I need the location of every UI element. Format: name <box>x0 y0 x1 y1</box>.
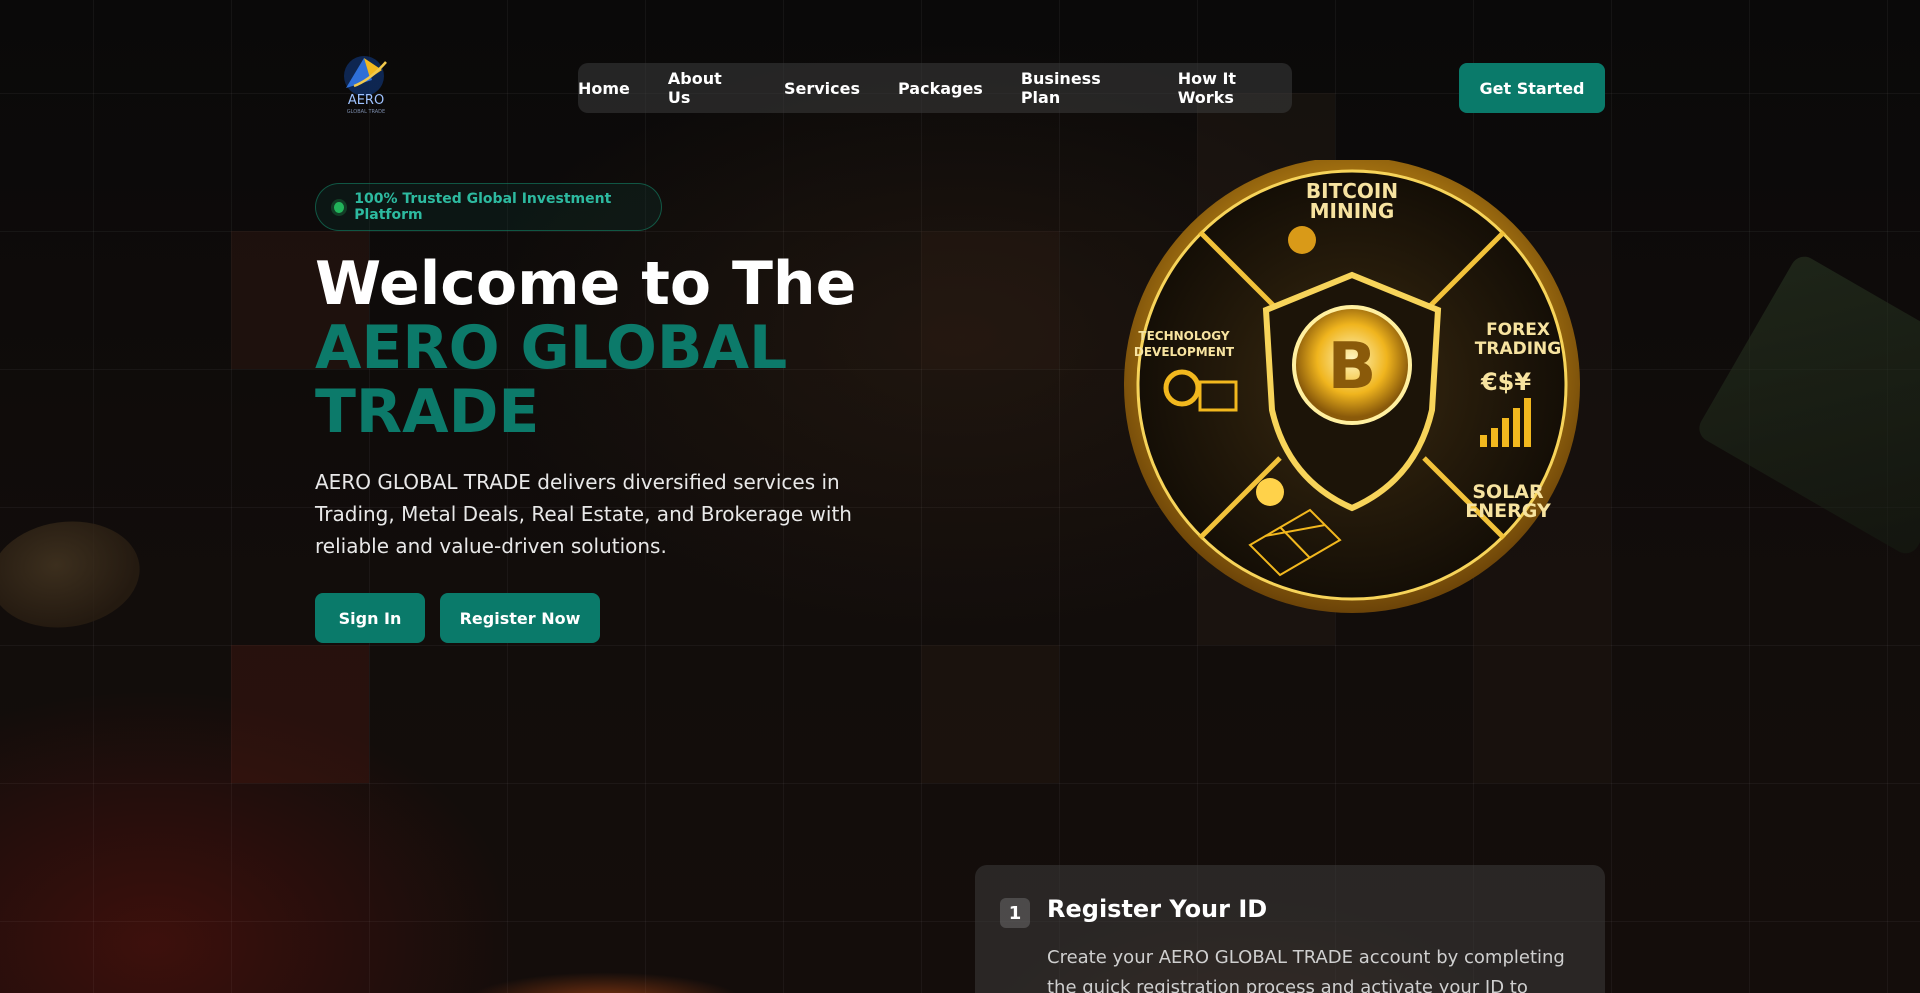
logo-text: AERO <box>348 93 384 108</box>
nav-item-services[interactable]: Services <box>784 79 860 98</box>
hero-title-line1: Welcome to The <box>315 249 857 319</box>
segment-label-bottom: TRADING <box>1475 339 1561 359</box>
decorative-glow-image <box>465 972 745 993</box>
nav-item-about-us[interactable]: About Us <box>668 69 746 107</box>
step-number: 1 <box>1000 898 1030 928</box>
logo-subtext: GLOBAL TRADE <box>347 109 385 115</box>
background-tile <box>231 645 369 783</box>
nav-item-how-it-works[interactable]: How It Works <box>1178 69 1292 107</box>
background-tile <box>921 231 1059 369</box>
site-logo[interactable]: AERO GLOBAL TRADE <box>334 50 398 116</box>
segment-label-top: FOREX <box>1486 320 1550 340</box>
nav-item-business-plan[interactable]: Business Plan <box>1021 69 1140 107</box>
step-card: 1 Register Your ID Create your AERO GLOB… <box>975 865 1605 993</box>
currency-glyphs: €$¥ <box>1480 368 1531 396</box>
get-started-button[interactable]: Get Started <box>1459 63 1605 113</box>
segment-label-top: TECHNOLOGY <box>1138 329 1229 343</box>
background-grid <box>0 0 1920 993</box>
services-emblem-image: B BITCOIN MINING FOREX TRADING SOLAR ENE… <box>1120 157 1585 625</box>
nav-item-packages[interactable]: Packages <box>898 79 983 98</box>
register-now-button[interactable]: Register Now <box>440 593 600 643</box>
nav-item-home[interactable]: Home <box>578 79 630 98</box>
segment-label-bottom: MINING <box>1310 199 1395 223</box>
segment-label-bottom: DEVELOPMENT <box>1134 345 1235 359</box>
bitcoin-icon: B <box>1328 330 1377 404</box>
segment-label-bottom: ENERGY <box>1465 500 1551 522</box>
background-tile <box>921 645 1059 783</box>
sign-in-button[interactable]: Sign In <box>315 593 425 643</box>
trust-badge-text: 100% Trusted Global Investment Platform <box>354 191 612 223</box>
hero-title: Welcome to The AERO GLOBAL TRADE <box>315 252 856 444</box>
trust-badge: 100% Trusted Global Investment Platform <box>315 183 662 231</box>
step-title: Register Your ID <box>1047 895 1268 923</box>
hero-description: AERO GLOBAL TRADE delivers diversified s… <box>315 470 852 558</box>
aero-logo-icon: AERO GLOBAL TRADE <box>344 56 387 115</box>
hero-title-brand: AERO GLOBAL TRADE <box>315 313 788 447</box>
main-nav: Home About Us Services Packages Business… <box>578 63 1292 113</box>
status-dot-icon <box>334 201 345 213</box>
step-description: Create your AERO GLOBAL TRADE account by… <box>1047 947 1565 993</box>
